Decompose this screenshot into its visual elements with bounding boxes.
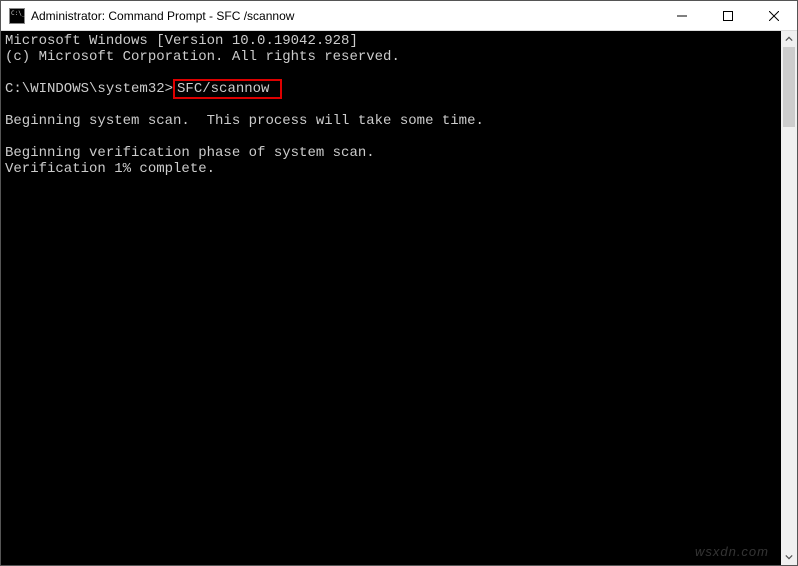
command-highlight: SFC/scannow [173, 79, 282, 99]
close-button[interactable] [751, 1, 797, 30]
cmd-icon [9, 8, 25, 24]
window-controls [659, 1, 797, 30]
window-title: Administrator: Command Prompt - SFC /sca… [31, 9, 294, 23]
prompt-prefix: C:\WINDOWS\system32> [5, 81, 173, 97]
output-line: Beginning system scan. This process will… [5, 113, 484, 129]
scroll-up-button[interactable] [781, 31, 797, 47]
typed-command: SFC/scannow [177, 81, 269, 97]
maximize-button[interactable] [705, 1, 751, 30]
chevron-down-icon [785, 553, 793, 561]
titlebar-left: Administrator: Command Prompt - SFC /sca… [1, 8, 294, 24]
output-line: (c) Microsoft Corporation. All rights re… [5, 49, 400, 65]
maximize-icon [723, 11, 733, 21]
terminal-area: Microsoft Windows [Version 10.0.19042.92… [1, 31, 797, 565]
titlebar[interactable]: Administrator: Command Prompt - SFC /sca… [1, 1, 797, 31]
command-prompt-window: Administrator: Command Prompt - SFC /sca… [0, 0, 798, 566]
output-line: Microsoft Windows [Version 10.0.19042.92… [5, 33, 358, 49]
scroll-thumb[interactable] [783, 47, 795, 127]
terminal-output[interactable]: Microsoft Windows [Version 10.0.19042.92… [1, 31, 781, 565]
vertical-scrollbar[interactable] [781, 31, 797, 565]
minimize-icon [677, 11, 687, 21]
minimize-button[interactable] [659, 1, 705, 30]
output-line: Verification 1% complete. [5, 161, 215, 177]
close-icon [769, 11, 779, 21]
scroll-down-button[interactable] [781, 549, 797, 565]
chevron-up-icon [785, 35, 793, 43]
output-line: Beginning verification phase of system s… [5, 145, 375, 161]
